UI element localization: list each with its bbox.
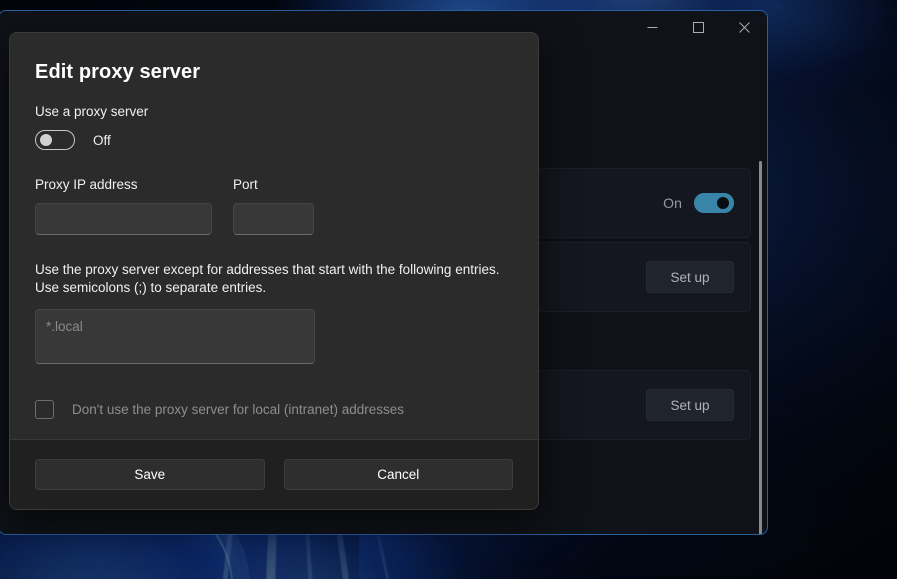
exceptions-description: Use the proxy server except for addresse… xyxy=(35,262,500,295)
proxy-ip-field-group: Proxy IP address xyxy=(35,177,212,235)
address-fields-row: Proxy IP address Port xyxy=(35,177,513,235)
dialog-title: Edit proxy server xyxy=(35,61,201,83)
use-proxy-server-toggle-row: Off xyxy=(35,130,513,150)
local-bypass-label: Don't use the proxy server for local (in… xyxy=(72,402,404,417)
port-input[interactable] xyxy=(233,203,314,235)
local-bypass-row[interactable]: Don't use the proxy server for local (in… xyxy=(35,400,513,419)
cancel-button[interactable]: Cancel xyxy=(283,459,513,490)
save-button[interactable]: Save xyxy=(35,459,265,490)
edit-proxy-server-dialog: Edit proxy server Use a proxy server Off… xyxy=(9,32,539,510)
proxy-ip-address-input[interactable] xyxy=(35,203,212,235)
use-proxy-server-toggle[interactable] xyxy=(35,130,75,150)
dialog-footer: Save Cancel xyxy=(10,439,538,509)
port-field-group: Port xyxy=(233,177,314,235)
use-proxy-server-label: Use a proxy server xyxy=(35,104,149,119)
toggle-knob xyxy=(40,134,52,146)
proxy-ip-address-label: Proxy IP address xyxy=(35,177,138,192)
local-bypass-checkbox[interactable] xyxy=(35,400,54,419)
port-label: Port xyxy=(233,177,258,192)
proxy-exceptions-input[interactable] xyxy=(35,309,315,364)
dialog-body: Edit proxy server Use a proxy server Off… xyxy=(10,33,538,439)
use-proxy-server-state-label: Off xyxy=(93,132,111,148)
